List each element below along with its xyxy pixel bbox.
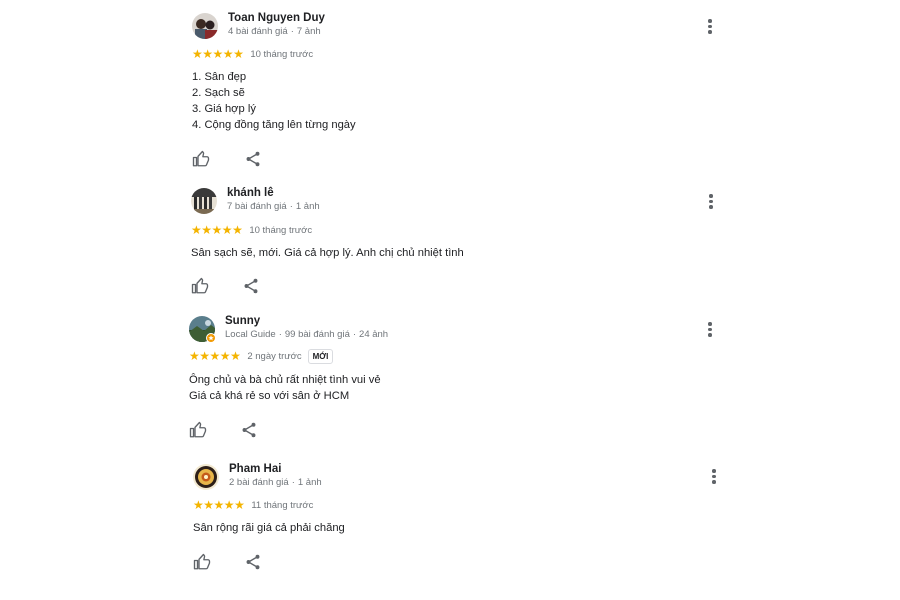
review-line: 1. Sân đẹp — [192, 71, 247, 83]
star-icon: ★ — [223, 498, 235, 512]
review-line: 4. Cộng đồng tăng lên từng ngày — [192, 119, 356, 131]
review-count: 7 bài đánh giá — [227, 201, 287, 212]
review-count: 99 bài đánh giá — [284, 329, 350, 340]
rating-row: ★ ★ ★ ★ ★ 10 tháng trước — [192, 47, 313, 61]
review-line: Giá cả khá rẻ so với sân ở HCM — [189, 390, 350, 402]
new-badge: MỚI — [307, 348, 334, 364]
avatar[interactable] — [191, 188, 217, 214]
star-rating: ★ ★ ★ ★ ★ — [189, 349, 241, 363]
review-text: Ông chủ và bà chủ rất nhiệt tình vui vẻ … — [189, 372, 381, 404]
star-rating: ★ ★ ★ ★ ★ — [191, 223, 243, 237]
photo-count: 24 ảnh — [359, 329, 389, 340]
share-icon[interactable] — [240, 421, 258, 439]
review-time: 11 tháng trước — [251, 499, 314, 511]
review-time: 10 tháng trước — [250, 48, 314, 60]
star-icon: ★ — [201, 223, 212, 237]
star-icon: ★ — [202, 47, 213, 61]
separator: · — [289, 201, 293, 212]
more-vertical-icon[interactable] — [704, 322, 716, 340]
star-icon: ★ — [234, 498, 245, 512]
review-line: Ông chủ và bà chủ rất nhiệt tình vui vẻ — [189, 374, 381, 386]
star-icon: ★ — [219, 349, 231, 363]
reviewer-meta: 2 bài đánh giá · 1 ảnh — [229, 477, 322, 488]
separator: · — [352, 329, 357, 340]
review-count: 4 bài đánh giá — [228, 26, 288, 37]
star-icon: ★ — [193, 498, 204, 512]
review-count: 2 bài đánh giá — [229, 477, 289, 488]
reviewer-name[interactable]: Sunny — [225, 315, 260, 327]
star-icon: ★ — [192, 47, 203, 61]
reviewer-name[interactable]: khánh lê — [227, 187, 274, 199]
review-line: Sân sạch sẽ, mới. Giá cả hợp lý. Anh chị… — [191, 247, 464, 259]
thumb-up-icon[interactable] — [193, 553, 211, 571]
photo-count: 7 ảnh — [296, 26, 321, 37]
rating-row: ★ ★ ★ ★ ★ 11 tháng trước — [193, 498, 313, 512]
reviewer-meta: 7 bài đánh giá · 1 ảnh — [227, 201, 320, 212]
star-icon: ★ — [211, 223, 223, 237]
star-icon: ★ — [212, 47, 224, 61]
star-icon: ★ — [203, 498, 214, 512]
rating-row: ★ ★ ★ ★ ★ 2 ngày trước MỚI — [189, 348, 334, 364]
review-text: Sân rộng rãi giá cả phải chăng — [193, 520, 345, 536]
more-vertical-icon[interactable] — [708, 469, 720, 487]
review-text: Sân sạch sẽ, mới. Giá cả hợp lý. Anh chị… — [191, 245, 464, 261]
local-guide-label: Local Guide — [225, 329, 276, 340]
reviewer-name[interactable]: Toan Nguyen Duy — [228, 12, 325, 24]
star-icon: ★ — [191, 223, 202, 237]
star-icon: ★ — [222, 47, 234, 61]
star-rating: ★ ★ ★ ★ ★ — [193, 498, 245, 512]
reviewer-meta: 4 bài đánh giá · 7 ảnh — [228, 26, 321, 37]
thumb-up-icon[interactable] — [191, 277, 209, 295]
review-time: 2 ngày trước — [247, 350, 302, 362]
avatar[interactable] — [192, 13, 218, 39]
thumb-up-icon[interactable] — [192, 150, 210, 168]
more-vertical-icon[interactable] — [704, 19, 716, 37]
review-line: 2. Sạch sẽ — [192, 87, 245, 99]
photo-count: 1 ảnh — [297, 477, 322, 488]
share-icon[interactable] — [244, 150, 262, 168]
star-icon: ★ — [199, 349, 210, 363]
review-line: 3. Giá hợp lý — [192, 103, 256, 115]
avatar[interactable] — [193, 464, 219, 490]
share-icon[interactable] — [242, 277, 260, 295]
share-icon[interactable] — [244, 553, 262, 571]
reviewer-name[interactable]: Pham Hai — [229, 463, 281, 475]
star-icon: ★ — [232, 223, 243, 237]
star-rating: ★ ★ ★ ★ ★ — [192, 47, 244, 61]
separator: · — [291, 477, 295, 488]
local-guide-badge-icon — [206, 333, 216, 343]
more-vertical-icon[interactable] — [705, 194, 717, 212]
thumb-up-icon[interactable] — [189, 421, 207, 439]
review-text: 1. Sân đẹp 2. Sạch sẽ 3. Giá hợp lý 4. C… — [192, 69, 356, 133]
star-icon: ★ — [230, 349, 241, 363]
separator: · — [278, 329, 282, 340]
review-line: Sân rộng rãi giá cả phải chăng — [193, 522, 345, 534]
star-icon: ★ — [221, 223, 233, 237]
star-icon: ★ — [209, 349, 221, 363]
photo-count: 1 ảnh — [295, 201, 320, 212]
rating-row: ★ ★ ★ ★ ★ 10 tháng trước — [191, 223, 312, 237]
review-time: 10 tháng trước — [249, 224, 313, 236]
reviewer-meta: Local Guide · 99 bài đánh giá · 24 ảnh — [225, 329, 388, 340]
star-icon: ★ — [233, 47, 244, 61]
star-icon: ★ — [189, 349, 200, 363]
star-icon: ★ — [213, 498, 225, 512]
separator: · — [290, 26, 294, 37]
